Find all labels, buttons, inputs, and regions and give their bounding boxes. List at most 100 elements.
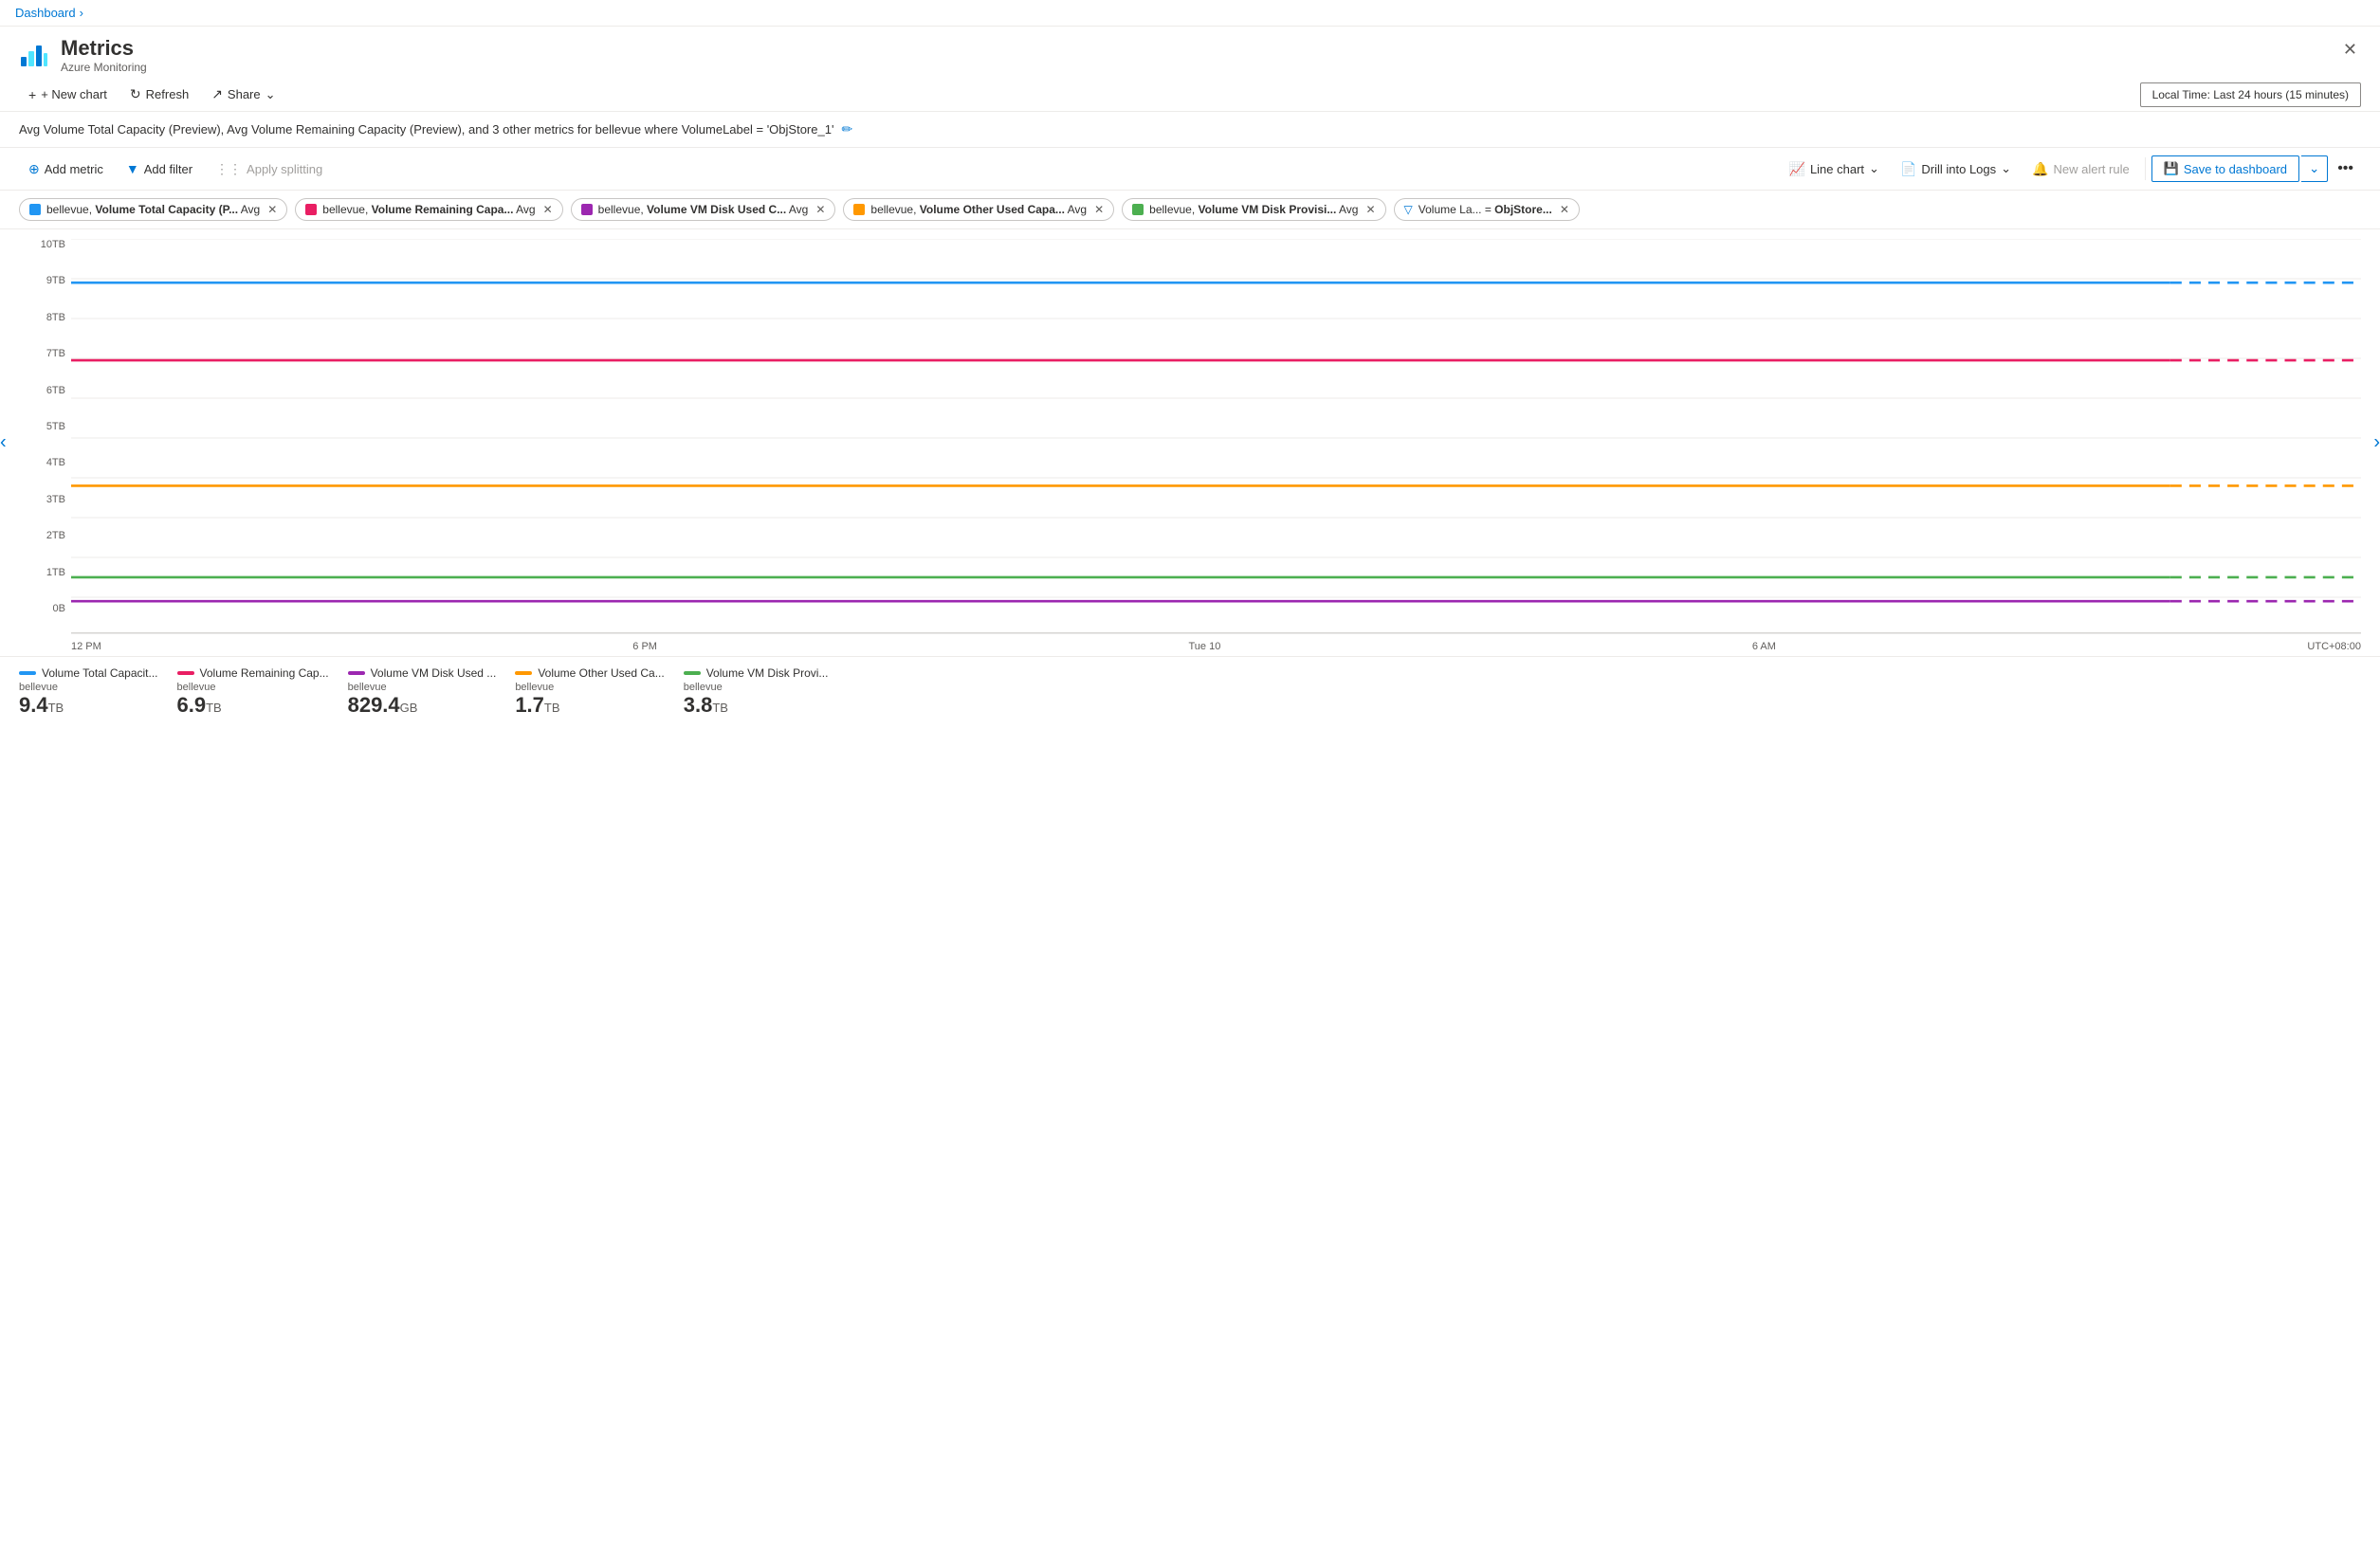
chart-title-text: Avg Volume Total Capacity (Preview), Avg…	[19, 122, 833, 137]
pill-close-btn[interactable]: ✕	[1365, 203, 1375, 216]
save-dashboard-chevron-button[interactable]: ⌄	[2301, 155, 2328, 182]
x-label-6pm: 6 PM	[632, 641, 657, 652]
filter-pill-close-btn[interactable]: ✕	[1560, 203, 1569, 216]
y-label-0b: 0B	[19, 603, 71, 614]
chart-nav-left[interactable]: ‹	[0, 432, 7, 454]
add-metric-label: Add metric	[45, 162, 103, 176]
time-picker-label: Local Time: Last 24 hours (15 minutes)	[2152, 88, 2349, 101]
y-label-4tb: 4TB	[19, 457, 71, 468]
line-chart-button[interactable]: 📈 Line chart ⌄	[1780, 156, 1889, 182]
metric-pill-pill1[interactable]: bellevue, Volume Total Capacity (P... Av…	[19, 198, 287, 221]
legend-header-1: Volume Total Capacit...	[19, 666, 158, 680]
line-chart-label: Line chart	[1810, 162, 1864, 176]
refresh-icon: ↻	[130, 86, 141, 102]
toolbar-divider	[2145, 157, 2146, 180]
new-chart-label: + New chart	[41, 87, 107, 101]
plus-icon: +	[28, 87, 36, 102]
split-icon: ⋮⋮	[215, 161, 242, 177]
legend-value-3: 829.4GB	[348, 695, 497, 716]
share-icon: ↗	[211, 86, 223, 102]
legend-unit-2: TB	[206, 701, 222, 715]
legend-header-5: Volume VM Disk Provi...	[684, 666, 829, 680]
toolbar-right: Local Time: Last 24 hours (15 minutes)	[2140, 82, 2361, 107]
pill-text: bellevue, Volume VM Disk Provisi... Avg	[1149, 203, 1358, 216]
refresh-button[interactable]: ↻ Refresh	[120, 82, 198, 107]
pill-text: bellevue, Volume VM Disk Used C... Avg	[598, 203, 809, 216]
page-header: Metrics Azure Monitoring ✕	[0, 27, 2380, 78]
legend-val-1: 9.4	[19, 693, 48, 717]
apply-splitting-button[interactable]: ⋮⋮ Apply splitting	[206, 156, 332, 182]
legend-resource-3: bellevue	[348, 682, 497, 693]
pill-color	[853, 204, 865, 215]
x-axis: 12 PM 6 PM Tue 10 6 AM UTC+08:00	[71, 637, 2361, 656]
more-options-button[interactable]: •••	[2330, 155, 2361, 182]
time-picker-button[interactable]: Local Time: Last 24 hours (15 minutes)	[2140, 82, 2361, 107]
edit-title-icon[interactable]: ✏	[841, 121, 852, 137]
metric-pill-pill4[interactable]: bellevue, Volume Other Used Capa... Avg …	[843, 198, 1114, 221]
alert-icon: 🔔	[2032, 161, 2048, 177]
y-label-2tb: 2TB	[19, 530, 71, 541]
close-button[interactable]: ✕	[2339, 36, 2361, 64]
legend-item-4: Volume Other Used Ca... bellevue 1.7TB	[515, 666, 664, 716]
legend-value-4: 1.7TB	[515, 695, 664, 716]
save-dashboard-button[interactable]: 💾 Save to dashboard	[2151, 155, 2299, 182]
add-metric-button[interactable]: ⊕ Add metric	[19, 156, 113, 182]
breadcrumb-dashboard[interactable]: Dashboard ›	[15, 6, 83, 20]
new-chart-button[interactable]: + + New chart	[19, 82, 117, 107]
breadcrumb-bar: Dashboard ›	[0, 0, 2380, 27]
filter-funnel-icon: ▽	[1404, 203, 1413, 216]
y-label-1tb: 1TB	[19, 567, 71, 578]
pill-color	[305, 204, 317, 215]
filter-pill[interactable]: ▽ Volume La... = ObjStore... ✕	[1394, 198, 1580, 221]
legend-name-3: Volume VM Disk Used ...	[371, 666, 497, 680]
legend: Volume Total Capacit... bellevue 9.4TB V…	[0, 656, 2380, 725]
pills-row: bellevue, Volume Total Capacity (P... Av…	[0, 191, 2380, 229]
y-label-5tb: 5TB	[19, 421, 71, 432]
pill-close-btn[interactable]: ✕	[815, 203, 825, 216]
pill-color	[29, 204, 41, 215]
legend-color-5	[684, 671, 701, 675]
save-chevron-icon: ⌄	[2309, 161, 2319, 175]
legend-name-2: Volume Remaining Cap...	[200, 666, 329, 680]
page-subtitle: Azure Monitoring	[61, 61, 147, 74]
pill-color	[581, 204, 593, 215]
pill-text: bellevue, Volume Other Used Capa... Avg	[870, 203, 1087, 216]
legend-item-5: Volume VM Disk Provi... bellevue 3.8TB	[684, 666, 829, 716]
filter-pill-text: Volume La... = ObjStore...	[1419, 203, 1552, 216]
add-filter-button[interactable]: ▼ Add filter	[117, 156, 202, 181]
metric-pills-container: bellevue, Volume Total Capacity (P... Av…	[19, 198, 1580, 221]
legend-value-5: 3.8TB	[684, 695, 829, 716]
y-label-9tb: 9TB	[19, 275, 71, 286]
legend-resource-4: bellevue	[515, 682, 664, 693]
legend-color-4	[515, 671, 532, 675]
title-block: Metrics Azure Monitoring	[61, 36, 147, 74]
legend-color-2	[177, 671, 194, 675]
save-dashboard-label: Save to dashboard	[2184, 162, 2287, 176]
pill-close-btn[interactable]: ✕	[1094, 203, 1104, 216]
share-button[interactable]: ↗ Share ⌄	[202, 82, 284, 107]
new-alert-label: New alert rule	[2053, 162, 2129, 176]
chart-nav-right[interactable]: ›	[2373, 432, 2380, 454]
line-chart-chevron: ⌄	[1869, 161, 1879, 176]
add-metric-icon: ⊕	[28, 161, 40, 177]
legend-unit-1: TB	[48, 701, 64, 715]
y-label-3tb: 3TB	[19, 494, 71, 505]
metric-pill-pill3[interactable]: bellevue, Volume VM Disk Used C... Avg ✕	[571, 198, 836, 221]
drill-logs-button[interactable]: 📄 Drill into Logs ⌄	[1891, 156, 2021, 182]
refresh-label: Refresh	[146, 87, 190, 101]
drill-logs-label: Drill into Logs	[1921, 162, 1996, 176]
new-alert-rule-button[interactable]: 🔔 New alert rule	[2023, 156, 2139, 182]
metric-pill-pill2[interactable]: bellevue, Volume Remaining Capa... Avg ✕	[295, 198, 562, 221]
legend-item-1: Volume Total Capacit... bellevue 9.4TB	[19, 666, 158, 716]
pill-close-btn[interactable]: ✕	[543, 203, 553, 216]
metrics-icon	[19, 40, 49, 70]
main-toolbar: + + New chart ↻ Refresh ↗ Share ⌄ Local …	[0, 78, 2380, 112]
legend-color-1	[19, 671, 36, 675]
page-title: Metrics	[61, 36, 147, 61]
metric-pill-pill5[interactable]: bellevue, Volume VM Disk Provisi... Avg …	[1122, 198, 1385, 221]
chart-title-bar: Avg Volume Total Capacity (Preview), Avg…	[0, 112, 2380, 148]
legend-resource-2: bellevue	[177, 682, 329, 693]
breadcrumb-chevron: ›	[80, 6, 83, 20]
save-icon: 💾	[2164, 161, 2179, 176]
pill-close-btn[interactable]: ✕	[267, 203, 277, 216]
